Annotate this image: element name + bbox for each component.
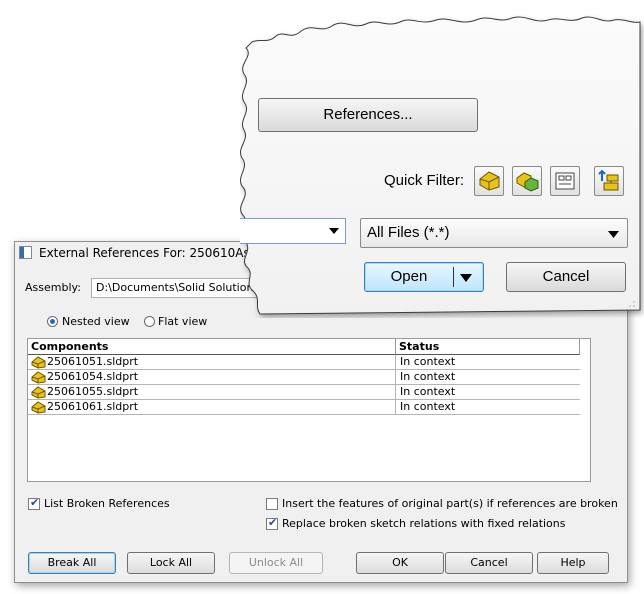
insert-features-checkbox[interactable] bbox=[266, 498, 278, 510]
cancel-button[interactable]: Cancel bbox=[445, 552, 533, 574]
table-row[interactable]: 25061055.sldprt In context bbox=[28, 385, 580, 400]
chevron-down-icon bbox=[608, 231, 619, 238]
filter-top-level-button[interactable] bbox=[594, 166, 624, 196]
ok-button[interactable]: OK bbox=[356, 552, 444, 574]
flat-view-label[interactable]: Flat view bbox=[158, 315, 207, 328]
component-name: 25061055.sldprt bbox=[47, 385, 139, 398]
resize-grip-icon[interactable] bbox=[628, 300, 636, 308]
chevron-down-icon bbox=[329, 228, 339, 234]
top-level-assembly-icon bbox=[598, 169, 619, 191]
open-button[interactable]: Open bbox=[364, 262, 484, 292]
filter-parts-button[interactable] bbox=[474, 166, 504, 196]
break-all-button[interactable]: Break All bbox=[28, 552, 116, 574]
nested-view-radio[interactable] bbox=[47, 316, 58, 327]
open-dialog-fragment: References... Quick Filter: All Files (*… bbox=[240, 14, 641, 315]
flat-view-radio[interactable] bbox=[144, 316, 155, 327]
component-name: 25061051.sldprt bbox=[47, 355, 139, 368]
window-icon bbox=[19, 246, 32, 259]
insert-features-label[interactable]: Insert the features of original part(s) … bbox=[282, 497, 618, 510]
references-table[interactable]: Components Status 25061051.sldprt In con… bbox=[27, 338, 591, 482]
part-filter-icon bbox=[479, 171, 500, 191]
chevron-down-icon[interactable] bbox=[460, 274, 472, 282]
component-status: In context bbox=[400, 385, 456, 398]
help-button[interactable]: Help bbox=[537, 552, 609, 574]
replace-relations-checkbox[interactable] bbox=[266, 516, 278, 530]
filter-assemblies-button[interactable] bbox=[512, 166, 542, 196]
component-status: In context bbox=[400, 400, 456, 413]
component-status: In context bbox=[400, 355, 456, 368]
cancel-button[interactable]: Cancel bbox=[506, 262, 626, 292]
assembly-label: Assembly: bbox=[25, 281, 81, 294]
nested-view-label[interactable]: Nested view bbox=[62, 315, 130, 328]
part-icon bbox=[31, 386, 46, 399]
part-icon bbox=[31, 401, 46, 414]
assembly-filter-icon bbox=[516, 172, 539, 192]
replace-relations-label[interactable]: Replace broken sketch relations with fix… bbox=[282, 517, 566, 530]
component-name: 25061054.sldprt bbox=[47, 370, 139, 383]
part-icon bbox=[31, 356, 46, 369]
open-button-label[interactable]: Open bbox=[365, 263, 453, 291]
references-button[interactable]: References... bbox=[258, 98, 478, 132]
filter-drawings-button[interactable] bbox=[550, 166, 580, 196]
table-row[interactable]: 25061051.sldprt In context bbox=[28, 355, 580, 370]
column-header-status[interactable]: Status bbox=[396, 339, 580, 355]
component-name: 25061061.sldprt bbox=[47, 400, 139, 413]
part-icon bbox=[31, 371, 46, 384]
list-broken-references-label[interactable]: List Broken References bbox=[44, 497, 170, 510]
file-type-value: All Files (*.*) bbox=[367, 224, 450, 241]
table-row[interactable]: 25061061.sldprt In context bbox=[28, 400, 580, 415]
column-header-components[interactable]: Components bbox=[28, 339, 396, 355]
unlock-all-button[interactable]: Unlock All bbox=[229, 552, 323, 574]
quick-filter-label: Quick Filter: bbox=[384, 172, 465, 189]
component-status: In context bbox=[400, 370, 456, 383]
table-row[interactable]: 25061054.sldprt In context bbox=[28, 370, 580, 385]
file-type-select[interactable]: All Files (*.*) bbox=[360, 218, 628, 248]
file-name-combo[interactable] bbox=[240, 218, 346, 244]
list-broken-references-checkbox[interactable] bbox=[28, 496, 40, 510]
lock-all-button[interactable]: Lock All bbox=[127, 552, 215, 574]
drawing-filter-icon bbox=[555, 172, 575, 190]
